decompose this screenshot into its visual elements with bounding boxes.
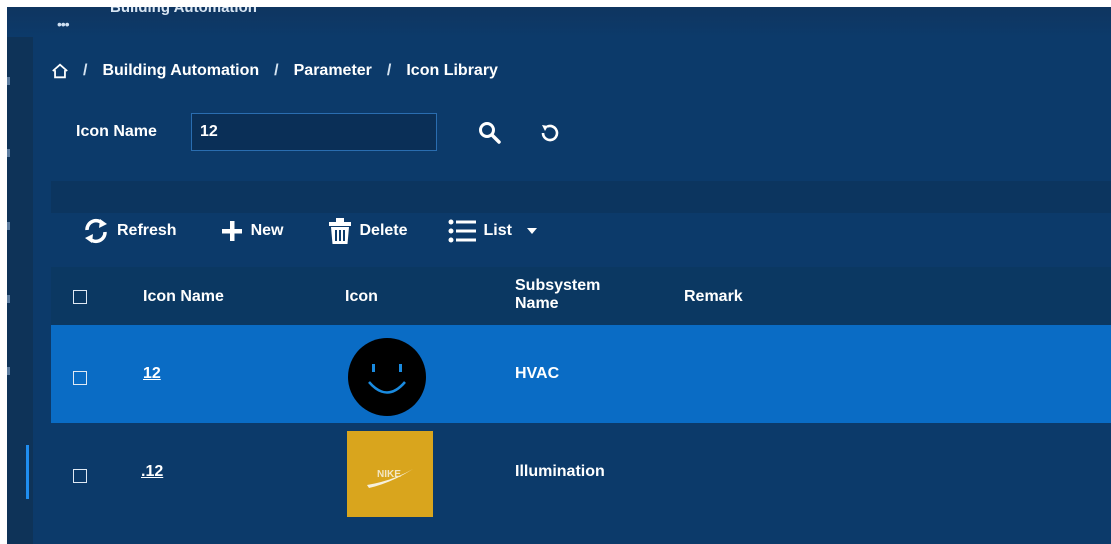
nav-active-indicator	[26, 445, 29, 499]
breadcrumb-item-building-automation[interactable]: Building Automation	[102, 62, 259, 80]
grid-dots-icon[interactable]: •••	[57, 17, 70, 31]
subsystem-cell: HVAC	[515, 365, 560, 382]
svg-text:NIKE: NIKE	[377, 469, 401, 480]
icon-name-input[interactable]	[191, 113, 437, 151]
left-nav	[7, 37, 33, 544]
delete-label: Delete	[359, 222, 408, 239]
breadcrumb: / Building Automation / Parameter / Icon…	[51, 61, 498, 81]
new-button[interactable]: New	[219, 218, 284, 244]
header-subsystem-name[interactable]: Subsystem Name	[515, 277, 600, 313]
icon-name-link[interactable]: .12	[141, 463, 163, 481]
new-label: New	[250, 222, 284, 239]
home-icon[interactable]	[51, 62, 69, 80]
search-row: Icon Name	[51, 112, 1111, 152]
smiley-icon	[348, 338, 426, 416]
refresh-label: Refresh	[117, 222, 177, 239]
table-row[interactable]: 12 HVAC	[51, 325, 1111, 423]
list-label: List	[483, 222, 512, 239]
row-checkbox[interactable]	[73, 469, 87, 483]
delete-button[interactable]: Delete	[327, 217, 408, 245]
refresh-button[interactable]: Refresh	[81, 216, 177, 246]
header-icon: Icon	[345, 288, 378, 305]
breadcrumb-separator: /	[274, 62, 279, 79]
divider-band	[51, 181, 1111, 213]
nav-marker[interactable]	[7, 77, 10, 85]
nav-marker[interactable]	[7, 367, 10, 375]
breadcrumb-item-icon-library[interactable]: Icon Library	[406, 62, 498, 80]
breadcrumb-separator: /	[83, 62, 88, 79]
nav-marker[interactable]	[7, 222, 10, 230]
search-label: Icon Name	[76, 123, 157, 140]
select-all-checkbox[interactable]	[73, 290, 87, 304]
search-icon[interactable]	[477, 120, 503, 146]
breadcrumb-separator: /	[386, 62, 392, 79]
nav-marker[interactable]	[7, 295, 10, 303]
list-view-dropdown[interactable]: List	[448, 219, 544, 243]
header-icon-name[interactable]: Icon Name	[143, 288, 224, 306]
app-title: Building Automation	[110, 7, 257, 16]
plus-icon	[221, 221, 242, 241]
table-row[interactable]: .12 NIKE Illumination	[51, 423, 1111, 521]
refresh-icon	[85, 218, 107, 244]
caret-down-icon	[526, 228, 537, 234]
row-checkbox[interactable]	[73, 371, 87, 385]
reset-icon[interactable]	[538, 121, 562, 145]
table-header: Icon Name Icon Subsystem Name Remark	[51, 267, 1111, 325]
breadcrumb-item-parameter[interactable]: Parameter	[294, 62, 372, 80]
subsystem-cell: Illumination	[515, 463, 605, 480]
nav-marker[interactable]	[7, 149, 10, 157]
list-icon	[448, 219, 476, 243]
toolbar: Refresh New Delete List	[81, 215, 544, 247]
header-remark: Remark	[684, 288, 743, 305]
main-content: / Building Automation / Parameter / Icon…	[51, 37, 1111, 544]
icon-table: Icon Name Icon Subsystem Name Remark 12 …	[51, 267, 1111, 521]
app-window: ••• Building Automation / Building Autom…	[7, 7, 1111, 544]
icon-name-link[interactable]: 12	[143, 365, 161, 383]
swoosh-logo-icon: NIKE	[347, 431, 433, 517]
top-bar: ••• Building Automation	[7, 7, 1111, 37]
trash-icon	[329, 218, 352, 244]
